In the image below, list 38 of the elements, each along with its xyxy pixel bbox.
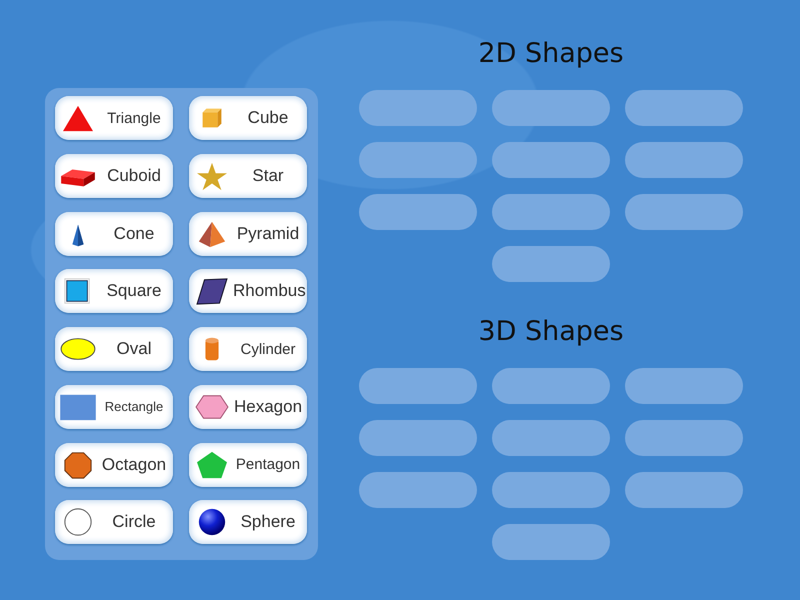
- shape-card[interactable]: Pentagon: [189, 442, 307, 486]
- group-heading: 3D Shapes: [477, 316, 625, 348]
- drop-slot[interactable]: [492, 524, 610, 560]
- drop-slot[interactable]: [492, 90, 610, 126]
- drop-slot[interactable]: [492, 142, 610, 178]
- drop-slot[interactable]: [625, 472, 743, 508]
- shape-card[interactable]: Pyramid: [189, 212, 307, 256]
- drop-slot[interactable]: [359, 420, 477, 456]
- shape-card[interactable]: Octagon: [55, 442, 173, 486]
- drop-slot[interactable]: [492, 472, 610, 508]
- drop-slot[interactable]: [625, 194, 743, 230]
- shape-card[interactable]: Cone: [55, 212, 173, 256]
- drop-slot[interactable]: [359, 472, 477, 508]
- drop-slot[interactable]: [492, 420, 610, 456]
- drop-slot[interactable]: [625, 368, 743, 404]
- drop-slot[interactable]: [625, 420, 743, 456]
- shape-card[interactable]: Rectangle: [55, 384, 173, 429]
- group-heading: 2D Shapes: [477, 38, 625, 70]
- drop-slot[interactable]: [625, 90, 743, 126]
- shape-card[interactable]: Cylinder: [189, 327, 307, 371]
- drop-slot[interactable]: [359, 194, 477, 230]
- shape-card[interactable]: Square: [55, 269, 173, 314]
- drop-slot[interactable]: [492, 368, 610, 404]
- drop-slot[interactable]: [492, 246, 610, 282]
- shape-card[interactable]: Rhombus: [189, 269, 307, 314]
- shape-card[interactable]: Circle: [55, 500, 173, 544]
- drop-slot[interactable]: [359, 368, 477, 404]
- shape-card[interactable]: Sphere: [189, 500, 307, 544]
- shape-card[interactable]: Triangle: [55, 96, 173, 140]
- drop-slot[interactable]: [359, 142, 477, 178]
- drop-slot[interactable]: [492, 194, 610, 230]
- shape-card[interactable]: Hexagon: [189, 384, 307, 429]
- drop-slot[interactable]: [625, 142, 743, 178]
- shape-card[interactable]: Oval: [55, 327, 173, 371]
- shape-card[interactable]: Cuboid: [55, 154, 173, 198]
- drop-slot[interactable]: [359, 90, 477, 126]
- shape-card[interactable]: Cube: [189, 96, 307, 140]
- shape-card[interactable]: Star: [189, 154, 307, 198]
